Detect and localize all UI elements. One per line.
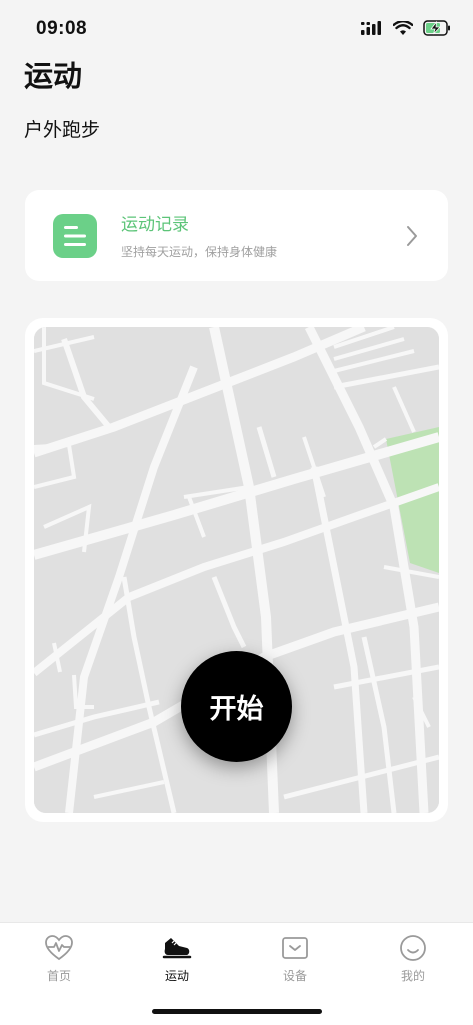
- chevron-right-icon: [407, 226, 417, 246]
- tab-mine[interactable]: 我的: [354, 933, 472, 993]
- status-bar: 09:08: [0, 0, 473, 56]
- record-title: 运动记录: [121, 215, 189, 235]
- battery-charging-icon: [423, 20, 450, 36]
- tab-mine-label: 我的: [400, 969, 425, 983]
- smiley-icon: [400, 935, 426, 961]
- heart-pulse-icon: [45, 935, 73, 961]
- status-time: 09:08: [36, 18, 88, 39]
- status-icons: [361, 20, 451, 36]
- cellular-signal-icon: [361, 21, 381, 35]
- tab-home[interactable]: 首页: [0, 933, 118, 993]
- tab-sport-label: 运动: [164, 969, 189, 983]
- sneaker-icon: [162, 938, 192, 959]
- start-button[interactable]: 开始: [181, 651, 292, 762]
- list-icon: [53, 214, 97, 258]
- device-icon: [282, 937, 308, 959]
- exercise-record-card[interactable]: 运动记录 坚持每天运动，保持身体健康: [25, 190, 448, 281]
- tab-home-label: 首页: [46, 969, 71, 983]
- tab-device-label: 设备: [282, 969, 307, 983]
- page-title: 运动: [24, 59, 83, 93]
- wifi-icon: [393, 20, 413, 35]
- sport-type-label: 户外跑步: [24, 119, 101, 141]
- tab-device[interactable]: 设备: [236, 933, 354, 993]
- home-indicator: [152, 1009, 322, 1014]
- tab-sport[interactable]: 运动: [118, 933, 236, 993]
- record-description: 坚持每天运动，保持身体健康: [121, 245, 278, 259]
